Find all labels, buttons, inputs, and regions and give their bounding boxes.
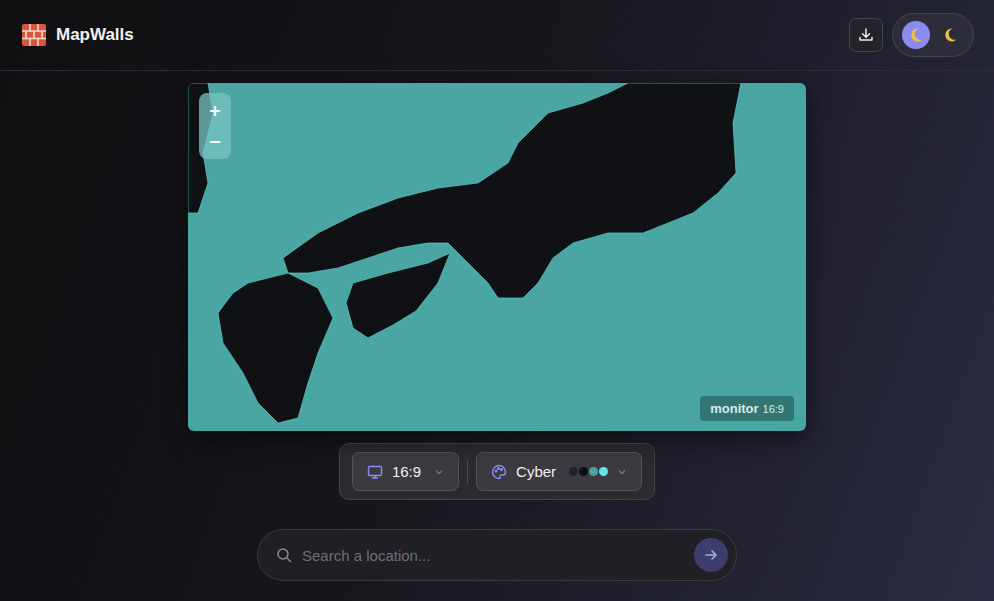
app-title: MapWalls: [56, 25, 134, 45]
palette-icon: [491, 464, 507, 480]
divider: [467, 459, 468, 485]
map-land: [188, 83, 806, 431]
main: +− monitor 16:9 16:9 Cyber: [0, 71, 994, 581]
format-badge: monitor 16:9: [700, 396, 794, 421]
palette-select[interactable]: Cyber: [476, 452, 642, 491]
search-input[interactable]: [300, 546, 686, 565]
swatch-dot: [569, 467, 578, 476]
aspect-select[interactable]: 16:9: [352, 452, 459, 491]
theme-option[interactable]: [902, 21, 930, 49]
zoom-control: +−: [199, 93, 231, 159]
swatch-dot: [599, 467, 608, 476]
palette-label: Cyber: [516, 463, 556, 480]
download-button[interactable]: [849, 18, 883, 52]
swatch-dot: [579, 467, 588, 476]
controls-bar: 16:9 Cyber: [339, 443, 655, 500]
theme-toggle: [892, 13, 974, 57]
search-icon: [276, 547, 292, 563]
moon-icon: [908, 27, 924, 43]
badge-device: monitor: [710, 401, 758, 416]
swatch-dot: [589, 467, 598, 476]
chevron-icon: [617, 467, 627, 477]
palette-swatches: [569, 467, 608, 476]
arrow-right-icon: [704, 548, 718, 562]
app-page: MapWalls +− monitor 16:9 16:9 Cyber: [0, 0, 994, 601]
theme-option[interactable]: [936, 21, 964, 49]
search-bar: [257, 529, 737, 581]
zoom-out-button[interactable]: −: [199, 126, 231, 157]
zoom-in-button[interactable]: +: [199, 95, 231, 126]
badge-ratio: 16:9: [763, 403, 784, 415]
search-submit-button[interactable]: [694, 538, 728, 572]
monitor-icon: [367, 464, 383, 480]
brick-icon: [21, 22, 47, 48]
header-actions: [849, 13, 974, 57]
brand: MapWalls: [21, 22, 134, 48]
header: MapWalls: [0, 0, 994, 71]
chevron-icon: [434, 467, 444, 477]
aspect-label: 16:9: [392, 463, 421, 480]
moon-icon: [942, 27, 958, 43]
download-icon: [858, 27, 874, 43]
map-preview[interactable]: +− monitor 16:9: [188, 83, 806, 431]
